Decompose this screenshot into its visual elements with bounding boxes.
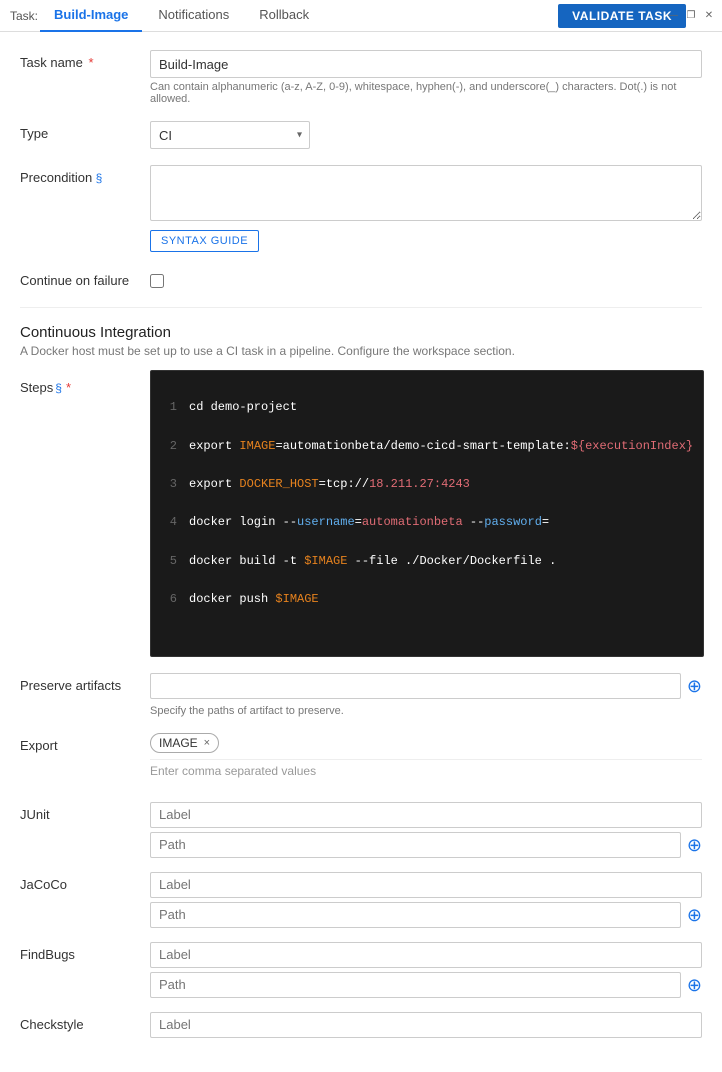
tab-build-image[interactable]: Build-Image	[40, 0, 142, 32]
checkstyle-fields	[150, 1012, 702, 1038]
ci-section-desc: A Docker host must be set up to use a CI…	[20, 344, 702, 358]
precondition-info-icon[interactable]: §	[92, 171, 102, 185]
checkstyle-label-input[interactable]	[150, 1012, 702, 1038]
export-row: Export IMAGE × Enter comma separated val…	[20, 733, 702, 786]
type-field: CI Maven Gradle Ant ▾	[150, 121, 702, 149]
checkstyle-section: Checkstyle	[20, 1012, 702, 1038]
findbugs-path-input[interactable]	[150, 972, 681, 998]
add-junit-icon[interactable]: ⊕	[687, 836, 702, 854]
add-artifact-icon[interactable]: ⊕	[687, 677, 702, 695]
preserve-artifacts-hint: Specify the paths of artifact to preserv…	[150, 705, 702, 717]
task-name-field: Can contain alphanumeric (a-z, A-Z, 0-9)…	[150, 50, 702, 105]
junit-label-input[interactable]	[150, 802, 702, 828]
main-content: Task name * Can contain alphanumeric (a-…	[0, 32, 722, 1072]
preserve-artifacts-label: Preserve artifacts	[20, 673, 150, 693]
restore-button[interactable]: ❐	[684, 8, 698, 22]
export-label: Export	[20, 733, 150, 753]
preserve-artifacts-field: ⊕ Specify the paths of artifact to prese…	[150, 673, 702, 717]
continue-on-failure-field	[150, 268, 702, 291]
steps-row: Steps§ * 1cd demo-project 2export IMAGE=…	[20, 370, 702, 657]
junit-path-input[interactable]	[150, 832, 681, 858]
task-name-row: Task name * Can contain alphanumeric (a-…	[20, 50, 702, 105]
jacoco-path-row: ⊕	[150, 902, 702, 928]
steps-label-container: Steps§ *	[20, 370, 150, 395]
precondition-field: SYNTAX GUIDE	[150, 165, 702, 252]
add-findbugs-icon[interactable]: ⊕	[687, 976, 702, 994]
findbugs-label-input[interactable]	[150, 942, 702, 968]
tab-notifications[interactable]: Notifications	[144, 0, 243, 32]
preserve-path-row: ⊕	[150, 673, 702, 699]
continue-on-failure-label: Continue on failure	[20, 268, 150, 288]
jacoco-section: JaCoCo ⊕	[20, 872, 702, 928]
checkstyle-label: Checkstyle	[20, 1012, 150, 1032]
precondition-row: Precondition § SYNTAX GUIDE	[20, 165, 702, 252]
jacoco-fields: ⊕	[150, 872, 702, 928]
type-select-wrap: CI Maven Gradle Ant ▾	[150, 121, 310, 149]
task-name-label: Task name *	[20, 50, 150, 70]
junit-label: JUnit	[20, 802, 150, 822]
syntax-guide-button[interactable]: SYNTAX GUIDE	[150, 230, 259, 252]
jacoco-label: JaCoCo	[20, 872, 150, 892]
findbugs-section: FindBugs ⊕	[20, 942, 702, 998]
steps-info-icon[interactable]: §	[55, 381, 62, 395]
type-label: Type	[20, 121, 150, 141]
section-divider	[20, 307, 702, 308]
export-tags: IMAGE ×	[150, 733, 702, 753]
findbugs-fields: ⊕	[150, 942, 702, 998]
preserve-artifacts-input[interactable]	[150, 673, 681, 699]
close-button[interactable]: ✕	[702, 8, 716, 22]
steps-field: 1cd demo-project 2export IMAGE=automatio…	[150, 370, 704, 657]
export-tag-image: IMAGE ×	[150, 733, 219, 753]
code-editor[interactable]: 1cd demo-project 2export IMAGE=automatio…	[150, 370, 704, 657]
findbugs-label: FindBugs	[20, 942, 150, 962]
add-jacoco-icon[interactable]: ⊕	[687, 906, 702, 924]
continue-on-failure-row: Continue on failure	[20, 268, 702, 291]
ci-section-title: Continuous Integration	[20, 324, 702, 341]
jacoco-path-input[interactable]	[150, 902, 681, 928]
task-prefix-label: Task:	[10, 9, 38, 23]
window-controls: — ❐ ✕	[666, 8, 716, 22]
junit-section: JUnit ⊕	[20, 802, 702, 858]
preserve-artifacts-row: Preserve artifacts ⊕ Specify the paths o…	[20, 673, 702, 717]
export-field: IMAGE × Enter comma separated values	[150, 733, 702, 786]
type-select[interactable]: CI Maven Gradle Ant	[150, 121, 310, 149]
export-tag-label: IMAGE	[159, 736, 198, 750]
jacoco-label-input[interactable]	[150, 872, 702, 898]
task-name-hint: Can contain alphanumeric (a-z, A-Z, 0-9)…	[150, 81, 702, 105]
precondition-input[interactable]	[150, 165, 702, 221]
findbugs-path-row: ⊕	[150, 972, 702, 998]
precondition-label: Precondition §	[20, 165, 150, 185]
remove-tag-icon[interactable]: ×	[204, 737, 210, 749]
header: Task: Build-Image Notifications Rollback…	[0, 0, 722, 32]
export-hint: Enter comma separated values	[150, 764, 702, 778]
junit-path-row: ⊕	[150, 832, 702, 858]
type-row: Type CI Maven Gradle Ant ▾	[20, 121, 702, 149]
tab-rollback[interactable]: Rollback	[245, 0, 323, 32]
task-name-input[interactable]	[150, 50, 702, 78]
minimize-button[interactable]: —	[666, 8, 680, 22]
junit-fields: ⊕	[150, 802, 702, 858]
continue-on-failure-checkbox[interactable]	[150, 274, 164, 288]
